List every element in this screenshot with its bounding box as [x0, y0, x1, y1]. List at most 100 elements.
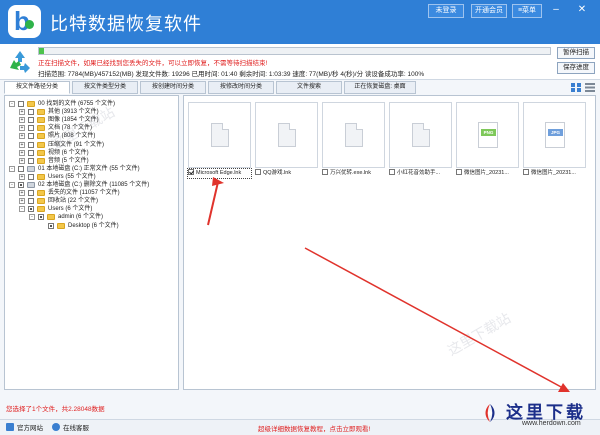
expand-icon[interactable]: + — [19, 157, 25, 164]
file-checkbox[interactable] — [255, 169, 261, 175]
tree-checkbox[interactable] — [18, 101, 24, 107]
file-label-row[interactable]: 微信图片_20231... — [523, 169, 586, 178]
file-label-row[interactable]: QQ游戏.lnk — [255, 169, 318, 178]
grid-view-icon[interactable] — [571, 83, 581, 92]
expand-icon[interactable]: + — [19, 198, 25, 205]
file-label-row[interactable]: Microsoft Edge.lnk — [187, 168, 252, 179]
tree-checkbox[interactable] — [28, 133, 34, 140]
tab-recovering-disk[interactable]: 正在恢复磁盘: 桌面 — [344, 81, 416, 94]
folder-icon — [37, 198, 45, 205]
drive-icon — [27, 165, 35, 172]
tree-row[interactable]: - admin (6 个文件) — [5, 213, 175, 221]
expand-icon[interactable]: + — [19, 149, 25, 156]
collapse-icon[interactable]: - — [29, 214, 35, 221]
file-name: 微信图片_20231... — [531, 170, 576, 176]
collapse-icon[interactable]: - — [9, 101, 15, 107]
file-card[interactable]: Microsoft Edge.lnk — [187, 102, 252, 179]
tree-checkbox[interactable] — [28, 173, 34, 180]
tree-checkbox[interactable] — [28, 125, 34, 132]
website-link[interactable]: 官方网站 — [6, 423, 43, 434]
vip-button[interactable]: 开通会员 — [471, 4, 507, 18]
tab-by-modified[interactable]: 按修改时间分类 — [208, 81, 274, 94]
tab-by-type[interactable]: 按文件类型分类 — [72, 81, 138, 94]
file-checkbox[interactable] — [188, 169, 194, 175]
file-thumbnail[interactable] — [389, 102, 452, 168]
collapse-icon[interactable]: - — [9, 165, 15, 172]
file-card[interactable]: JPG 微信图片_20231... — [523, 102, 586, 178]
menu-button[interactable]: ≡菜单 — [512, 4, 542, 18]
expand-icon[interactable]: + — [19, 141, 25, 148]
file-thumbnail[interactable] — [322, 102, 385, 168]
file-thumbnail[interactable]: PNG — [456, 102, 519, 168]
tutorial-link[interactable]: 超级详细数据恢复教程，点击立即观看! — [258, 423, 370, 433]
folder-icon — [37, 190, 45, 197]
file-thumbnail[interactable] — [255, 102, 318, 168]
tree-row[interactable]: -00 找到的文件 (6755 个文件) — [5, 100, 175, 108]
login-button[interactable]: 未登录 — [428, 4, 464, 18]
image-file-icon: JPG — [545, 122, 565, 148]
tree-checkbox[interactable] — [18, 182, 24, 188]
tree-row[interactable]: + 丢失的文件 (11057 个文件) — [5, 189, 175, 197]
expand-icon[interactable]: + — [19, 190, 25, 197]
tree-checkbox[interactable] — [48, 222, 54, 229]
tree-row[interactable]: + Users (55 个文件) — [5, 173, 175, 181]
file-thumbnail[interactable]: JPG — [523, 102, 586, 168]
tab-by-path[interactable]: 按文件路径分类 — [4, 81, 70, 94]
tree-row[interactable]: Desktop (6 个文件) — [5, 222, 175, 230]
tab-by-created[interactable]: 按创建时间分类 — [140, 81, 206, 94]
file-checkbox[interactable] — [523, 169, 529, 175]
shortcut-file-icon — [412, 123, 430, 147]
tree-checkbox[interactable] — [28, 109, 34, 116]
file-label-row[interactable]: 微信图片_20231... — [456, 169, 519, 178]
online-service-link[interactable]: 在线客服 — [52, 423, 89, 434]
folder-icon — [47, 214, 55, 221]
save-progress-button[interactable]: 保存进度 — [557, 62, 595, 74]
tab-file-search[interactable]: 文件搜索 — [276, 81, 342, 94]
file-checkbox[interactable] — [389, 169, 395, 175]
minimize-icon[interactable]: – — [549, 3, 563, 17]
brand-url: www.herdown.com — [522, 420, 581, 427]
tree-row[interactable]: + 音频 (5 个文件) — [5, 157, 175, 165]
file-card[interactable]: QQ游戏.lnk — [255, 102, 318, 178]
collapse-icon[interactable]: - — [9, 182, 15, 188]
list-view-icon[interactable] — [585, 83, 595, 92]
expand-icon[interactable]: + — [19, 125, 25, 132]
tree-row[interactable]: + 回收站 (22 个文件) — [5, 197, 175, 205]
tree-row[interactable]: - 02 本地磁盘 (C:) 删除文件 (11085 个文件) — [5, 181, 175, 189]
menu-label: 菜单 — [522, 7, 537, 14]
monitor-icon — [6, 423, 14, 431]
tree-row[interactable]: + 压缩文件 (91 个文件) — [5, 141, 175, 149]
file-checkbox[interactable] — [322, 169, 328, 175]
file-thumbnail[interactable] — [188, 102, 251, 168]
tree-checkbox[interactable] — [28, 117, 34, 124]
expand-icon[interactable]: + — [19, 133, 25, 140]
tree-checkbox[interactable] — [28, 198, 34, 205]
expand-icon[interactable]: + — [19, 109, 25, 116]
watermark: 这里下载站 — [444, 309, 514, 359]
file-checkbox[interactable] — [456, 169, 462, 175]
tree-row[interactable]: - Users (6 个文件) — [5, 205, 175, 213]
tree-checkbox[interactable] — [18, 165, 24, 172]
tree-checkbox[interactable] — [28, 190, 34, 197]
tree-label: admin (6 个文件) — [58, 214, 104, 221]
tree-checkbox[interactable] — [28, 157, 34, 164]
expand-icon[interactable]: + — [19, 117, 25, 124]
tree-row[interactable]: - 01 本地磁盘 (C:) 正常文件 (55 个文件) — [5, 165, 175, 173]
tree-row[interactable]: + 视频 (6 个文件) — [5, 149, 175, 157]
file-card[interactable]: 小红花音効助手... — [389, 102, 452, 178]
folder-icon — [37, 109, 45, 116]
website-label: 官方网站 — [17, 425, 43, 432]
collapse-icon[interactable]: - — [19, 206, 25, 213]
tree-checkbox[interactable] — [28, 141, 34, 148]
tree-checkbox[interactable] — [38, 214, 44, 221]
tree-checkbox[interactable] — [28, 149, 34, 156]
tree-checkbox[interactable] — [28, 206, 34, 213]
close-icon[interactable]: ✕ — [575, 3, 589, 17]
file-label-row[interactable]: 小红花音効助手... — [389, 169, 452, 178]
file-label-row[interactable]: 万兴优转.exe.lnk — [322, 169, 385, 178]
expand-icon[interactable]: + — [19, 173, 25, 180]
file-type-badge: JPG — [548, 129, 563, 136]
file-card[interactable]: 万兴优转.exe.lnk — [322, 102, 385, 178]
file-card[interactable]: PNG 微信图片_20231... — [456, 102, 519, 178]
pause-scan-button[interactable]: 暂停扫描 — [557, 47, 595, 59]
